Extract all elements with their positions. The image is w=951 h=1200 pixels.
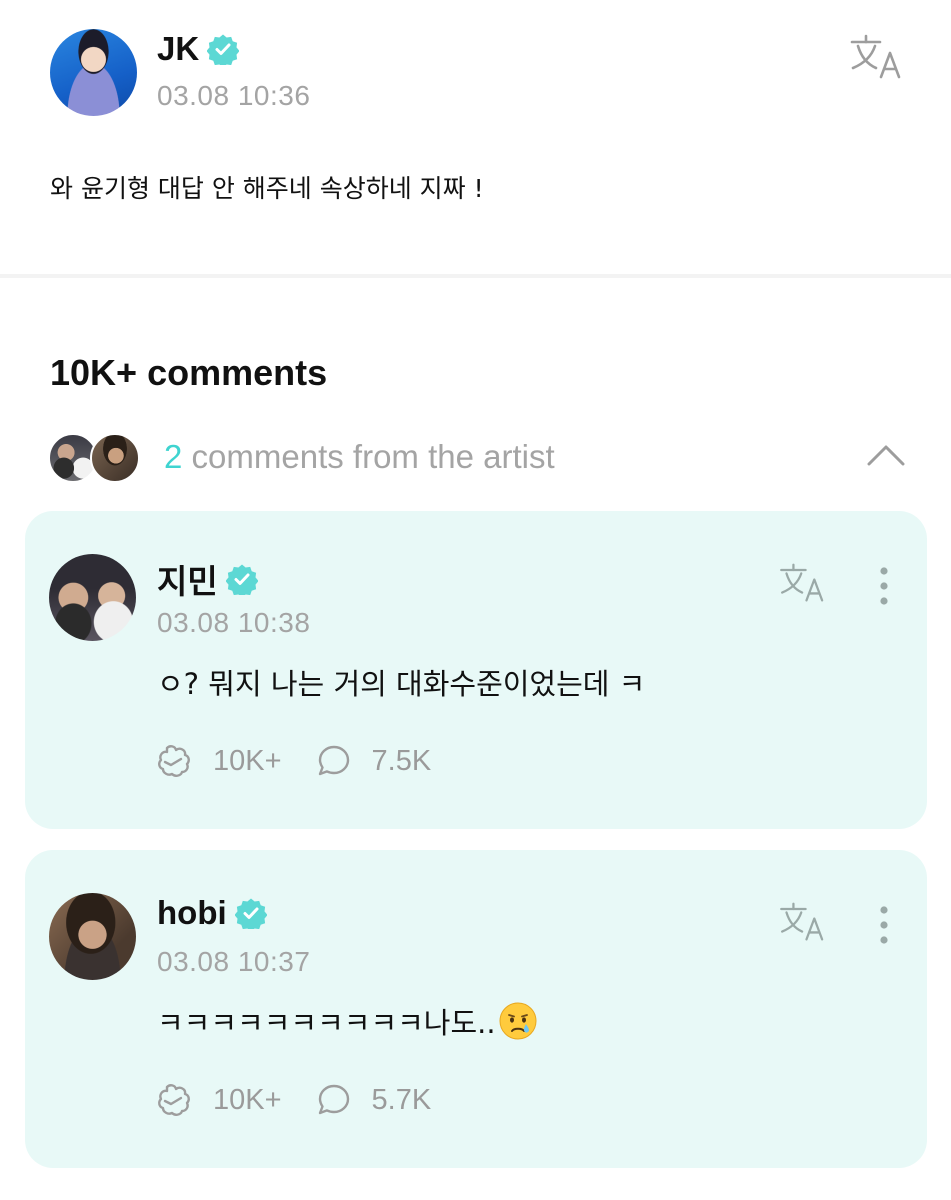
comment-stats: 10K+ 7.5K <box>157 743 431 779</box>
comment-card: 지민 03.08 10:38 ㅇ? 뭐지 나는 거의 대화수준이었는데 ㅋ 10… <box>25 511 927 829</box>
comment-bubble-icon[interactable] <box>316 1082 352 1118</box>
translate-icon[interactable] <box>777 902 829 942</box>
comment-author-row: hobi <box>157 894 267 932</box>
verified-badge-icon <box>234 898 267 929</box>
comment-text-row: ㅋㅋㅋㅋㅋㅋㅋㅋㅋㅋ나도.. <box>157 1000 538 1042</box>
post-author-row: JK <box>157 30 240 68</box>
comment-author-row: 지민 <box>157 555 258 603</box>
verified-badge-icon <box>207 34 240 65</box>
post-text: 와 윤기형 대답 안 해주네 속상하네 지짜 ! <box>50 174 484 203</box>
comment-bubble-icon[interactable] <box>316 743 352 779</box>
comment-author-name[interactable]: hobi <box>157 894 227 932</box>
comment-timestamp: 03.08 10:37 <box>157 946 311 977</box>
comments-count-title: 10K+ comments <box>50 352 328 393</box>
section-divider <box>0 274 951 278</box>
like-icon[interactable] <box>157 743 193 779</box>
artist-avatar-hobi <box>90 433 140 483</box>
post-timestamp: 03.08 10:36 <box>157 80 311 111</box>
artist-comments-count: 2 <box>164 438 183 475</box>
post-author-name[interactable]: JK <box>157 30 199 68</box>
more-vertical-icon[interactable] <box>875 566 893 606</box>
author-avatar[interactable] <box>50 29 137 116</box>
reply-count: 7.5K <box>371 744 432 777</box>
artist-comments-text: comments from the artist <box>191 438 555 475</box>
comment-text: ㅇ? 뭐지 나는 거의 대화수준이었는데 ㅋ <box>157 667 646 701</box>
comment-avatar[interactable] <box>49 893 136 980</box>
like-count: 10K+ <box>213 1083 282 1116</box>
reply-count: 5.7K <box>371 1083 432 1116</box>
crying-face-icon <box>499 1002 537 1040</box>
translate-icon[interactable] <box>849 34 905 80</box>
comment-text: ㅋㅋㅋㅋㅋㅋㅋㅋㅋㅋ나도.. <box>157 1006 496 1040</box>
chevron-up-icon[interactable] <box>866 442 906 468</box>
comment-card: hobi 03.08 10:37 ㅋㅋㅋㅋㅋㅋㅋㅋㅋㅋ나도.. 10K+ 5.7… <box>25 850 927 1168</box>
like-count: 10K+ <box>213 744 282 777</box>
post: JK 03.08 10:36 와 윤기형 대답 안 해주네 속상하네 지짜 ! <box>0 0 951 274</box>
like-icon[interactable] <box>157 1082 193 1118</box>
comment-stats: 10K+ 5.7K <box>157 1082 431 1118</box>
comment-author-name[interactable]: 지민 <box>157 555 218 603</box>
comment-avatar[interactable] <box>49 554 136 641</box>
more-vertical-icon[interactable] <box>875 905 893 945</box>
artist-comments-label: 2 comments from the artist <box>164 438 555 476</box>
translate-icon[interactable] <box>777 563 829 603</box>
artist-comments-toggle[interactable]: 2 comments from the artist <box>48 430 908 486</box>
comment-timestamp: 03.08 10:38 <box>157 607 311 638</box>
verified-badge-icon <box>225 564 258 595</box>
